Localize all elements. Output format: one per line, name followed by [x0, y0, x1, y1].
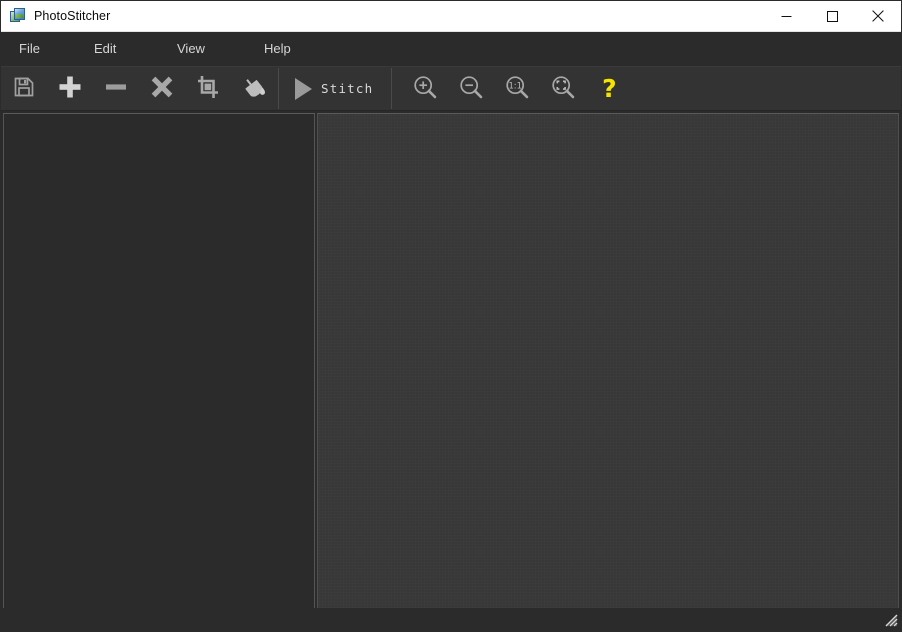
remove-image-button[interactable]	[93, 68, 139, 109]
stitch-button-label: Stitch	[321, 81, 374, 96]
paint-bucket-icon	[241, 74, 267, 103]
crop-button[interactable]	[185, 68, 231, 109]
help-button[interactable]: ?	[586, 68, 632, 109]
menu-item-view[interactable]: View	[173, 32, 209, 66]
title-bar-left: PhotoStitcher	[1, 8, 110, 24]
zoom-actual-button[interactable]: 1:1	[494, 68, 540, 109]
status-bar	[2, 608, 900, 630]
resize-grip-icon[interactable]	[882, 611, 898, 627]
crop-icon	[195, 74, 221, 103]
save-icon	[13, 76, 35, 101]
menu-bar: File Edit View Help	[1, 32, 901, 67]
close-x-icon	[149, 74, 175, 103]
app-photos-icon	[10, 8, 26, 24]
maximize-icon	[826, 10, 838, 22]
window-title: PhotoStitcher	[34, 9, 111, 23]
magnifier-1to1-icon: 1:1	[504, 74, 530, 103]
close-icon	[872, 10, 884, 22]
minimize-icon	[781, 11, 792, 22]
app-window: PhotoStitcher File Edit View Help Stitch…	[0, 0, 902, 632]
toolbar: Stitch 1:1 ?	[1, 67, 901, 111]
maximize-button[interactable]	[809, 1, 855, 31]
add-image-button[interactable]	[47, 68, 93, 109]
close-button[interactable]	[855, 1, 901, 31]
svg-text:1:1: 1:1	[509, 81, 522, 91]
toolbar-separator-1	[278, 68, 279, 109]
preview-canvas[interactable]	[317, 113, 899, 609]
save-button[interactable]	[1, 68, 47, 109]
magnifier-minus-icon	[458, 74, 484, 103]
title-bar: PhotoStitcher	[1, 1, 901, 32]
magnifier-plus-icon	[412, 74, 438, 103]
zoom-in-button[interactable]	[402, 68, 448, 109]
zoom-fit-button[interactable]	[540, 68, 586, 109]
menu-item-edit[interactable]: Edit	[90, 32, 120, 66]
window-controls	[763, 1, 901, 31]
minus-icon	[103, 74, 129, 103]
clear-button[interactable]	[139, 68, 185, 109]
plus-icon	[57, 74, 83, 103]
work-area	[1, 111, 901, 631]
fill-button[interactable]	[231, 68, 277, 109]
menu-item-help[interactable]: Help	[260, 32, 295, 66]
toolbar-separator-2	[391, 68, 393, 109]
menu-item-file[interactable]: File	[15, 32, 44, 66]
minimize-button[interactable]	[763, 1, 809, 31]
question-mark-icon: ?	[602, 74, 617, 103]
zoom-out-button[interactable]	[448, 68, 494, 109]
stitch-button[interactable]: Stitch	[280, 68, 390, 109]
play-triangle-icon	[295, 77, 312, 100]
image-list-panel[interactable]	[3, 113, 315, 609]
magnifier-fit-icon	[550, 74, 576, 103]
